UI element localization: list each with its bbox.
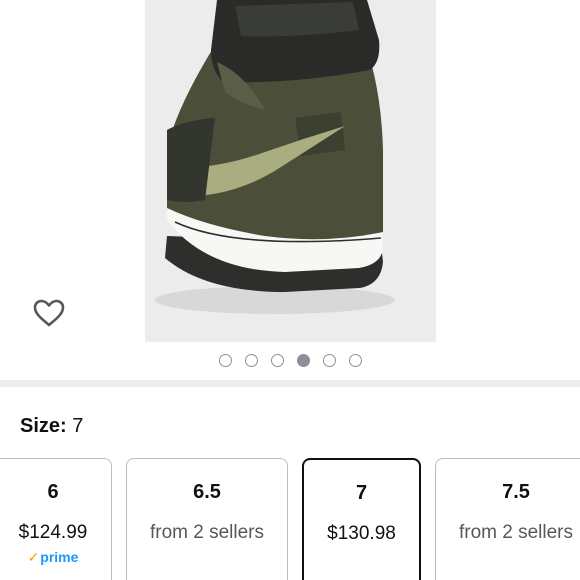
size-option-size: 7 — [355, 482, 368, 504]
size-option-price: from 2 sellers — [149, 522, 265, 543]
size-option-size: 6.5 — [193, 481, 221, 503]
prime-check-icon: ✓ — [27, 549, 40, 565]
prime-badge-text: prime — [40, 549, 79, 565]
size-option-6-5[interactable]: 6.5 from 2 sellers — [126, 458, 288, 580]
size-option-size: 7.5 — [502, 481, 530, 503]
size-option-price: $124.99 — [18, 522, 88, 543]
size-option-size: 6 — [47, 481, 59, 503]
size-option-7[interactable]: 7 $130.98 — [302, 458, 421, 580]
size-option-7-5[interactable]: 7.5 from 2 sellers — [435, 458, 580, 580]
size-options: 6 $124.99 ✓ prime 6.5 from 2 sellers 7 $130.98 7… — [0, 0, 580, 580]
size-option-price: from 2 sellers — [458, 522, 574, 543]
size-option-6[interactable]: 6 $124.99 ✓ prime — [0, 458, 112, 580]
size-option-price: $130.98 — [327, 523, 396, 544]
prime-badge: ✓ prime — [0, 549, 111, 565]
